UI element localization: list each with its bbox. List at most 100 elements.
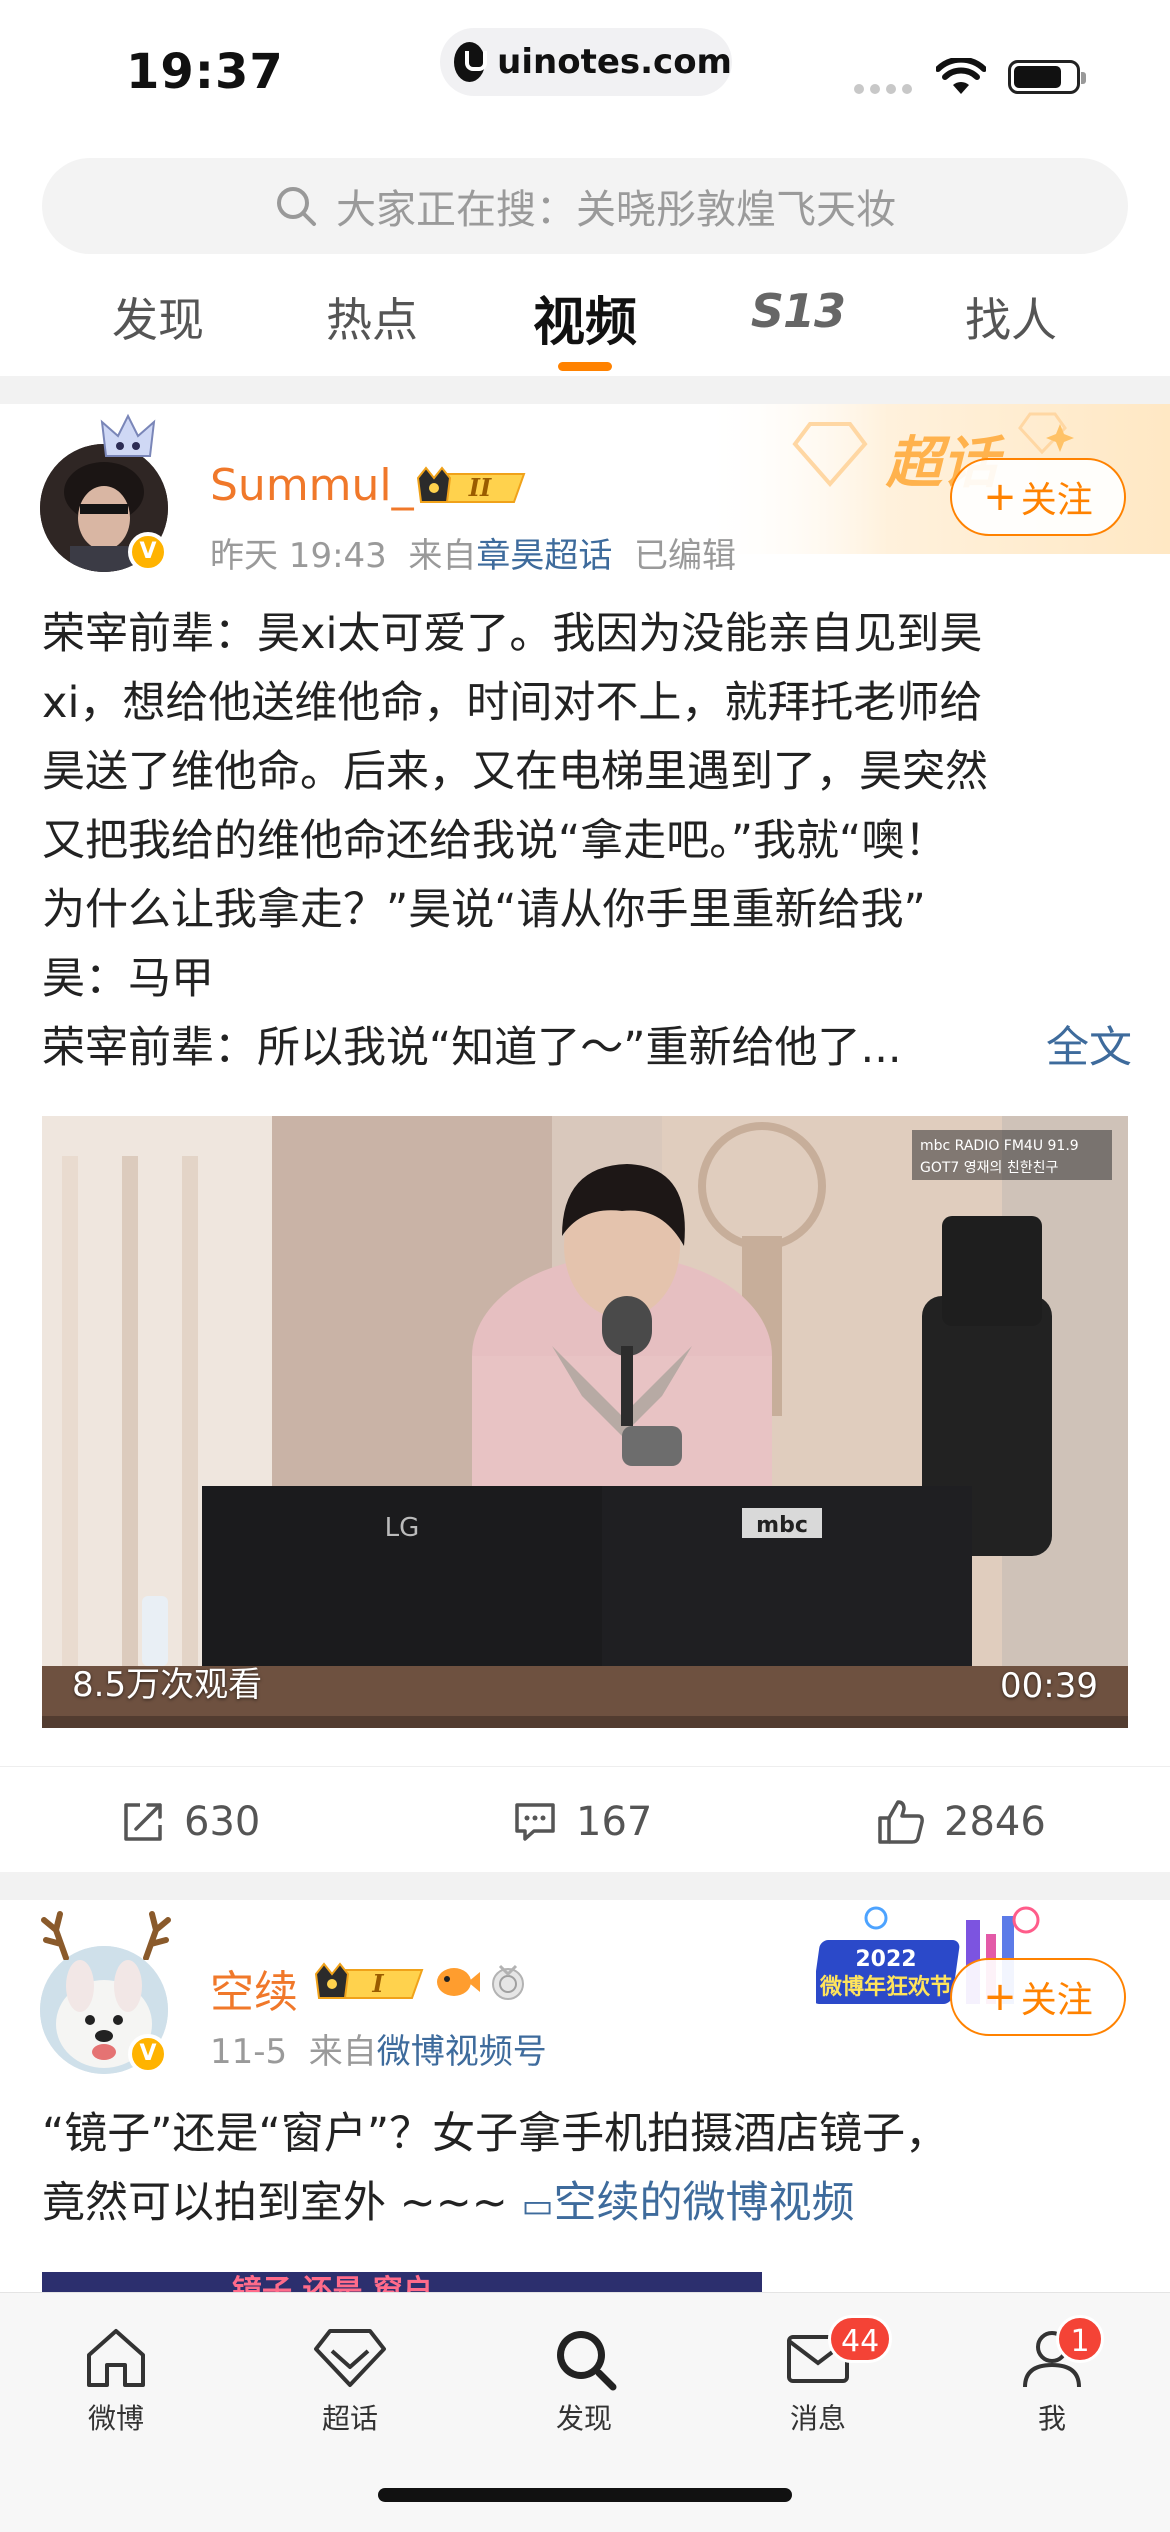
tab-video[interactable]: 视频 [485, 280, 685, 355]
video-overlay-station: mbc RADIO FM4U 91.9 [920, 1138, 1079, 1154]
post-line: 荣宰前辈：所以我说“知道了～”重新给他了... [42, 1023, 902, 1073]
site-logo-icon [454, 42, 488, 82]
video-player[interactable]: LG mbc mbc RADIO FM4U 91.9 GOT7 영재의 친한친구… [42, 1116, 1128, 1728]
post-source-link[interactable]: 微博视频号 [377, 2032, 547, 2072]
home-icon [87, 2329, 145, 2387]
post-body[interactable]: “镜子”还是“窗户”？女子拿手机拍摄酒店镜子， 竟然可以拍到室外 ~~~ ▭空续… [42, 2100, 1132, 2241]
brand-mbc-text: mbc [756, 1513, 808, 1538]
tabbar-label: 消息 [789, 2402, 846, 2435]
from-prefix: 来自 [308, 2032, 377, 2072]
tab-s13[interactable]: S13 [698, 284, 898, 338]
repost-button[interactable]: 630 [120, 1767, 260, 1864]
search-placeholder: 大家正在搜：关晓彤敦煌飞天妆 [336, 187, 896, 233]
post-line: 昊：马甲 [42, 954, 214, 1004]
post-line: 荣宰前辈：昊xi太可爱了。我因为没能亲自见到昊 [42, 609, 983, 659]
crown-level-badge-icon: I [314, 1962, 424, 1999]
video-thumbnail: LG mbc mbc RADIO FM4U 91.9 GOT7 영재의 친한친구 [42, 1116, 1128, 1728]
tabbar-label: 超话 [321, 2402, 378, 2435]
video-thumbnail-peek[interactable]: 镜子 还是 窗户 [42, 2272, 762, 2292]
post-line: 又把我给的维他命还给我说“拿走吧。”我就“噢！ [42, 816, 948, 866]
video-link[interactable]: ▭空续的微博视频 [521, 2178, 854, 2228]
url-text: uinotes.com [497, 42, 732, 82]
tabbar-supertopic[interactable]: 超话 [280, 2323, 420, 2437]
full-text-link[interactable]: 全文 [1046, 1014, 1132, 1083]
active-tab-indicator [558, 362, 612, 371]
avatar-cat-ornament-icon [100, 413, 156, 457]
like-button[interactable]: 2846 [876, 1767, 1046, 1864]
follow-button[interactable]: + 关注 [950, 458, 1126, 536]
comment-icon [515, 1803, 555, 1841]
edited-label: 已编辑 [634, 536, 737, 576]
comment-button[interactable]: 167 [512, 1767, 652, 1864]
thumbs-up-icon [878, 1800, 924, 1844]
tabbar-label: 微博 [87, 2402, 144, 2435]
diamond-icon [314, 2329, 386, 2387]
post-time: 11-5 [210, 2032, 288, 2072]
comment-count: 167 [576, 1799, 653, 1845]
video-view-count: 8.5万次观看 [72, 1665, 263, 1705]
tabbar-home[interactable]: 微博 [46, 2323, 186, 2437]
tabbar-label: 我 [1037, 2402, 1066, 2435]
repost-count: 630 [184, 1799, 261, 1845]
fish-badge-icon [437, 1968, 480, 1996]
post-actions: 630 167 2846 [0, 1766, 1170, 1864]
username[interactable]: 空续 [210, 1956, 298, 2020]
post-body[interactable]: 荣宰前辈：昊xi太可爱了。我因为没能亲自见到昊 xi，想给他送维他命，时间对不上… [42, 600, 1132, 1083]
tab-hot[interactable]: 热点 [272, 284, 472, 350]
discover-icon [557, 2331, 617, 2391]
tabbar-discover[interactable]: 发现 [514, 2323, 654, 2437]
post-meta: 昨天 19:43 来自章昊超话 已编辑 [210, 528, 736, 577]
post-line: xi，想给他送维他命，时间对不上，就拜托老师给 [42, 678, 983, 728]
username[interactable]: Summul_ [210, 460, 414, 511]
thumbnail-title: 镜子 还是 窗户 [232, 2274, 433, 2292]
medal-badge-icon [492, 1964, 524, 2000]
search-bar[interactable]: 大家正在搜：关晓彤敦煌飞天妆 [42, 158, 1128, 254]
post-line: 为什么让我拿走？”昊说“请从你手里重新给我” [42, 885, 926, 935]
level-text: I [371, 1969, 384, 1998]
festival-name: 微博年狂欢节 [819, 1974, 952, 2000]
follow-button[interactable]: + 关注 [950, 1958, 1126, 2036]
tabbar-messages[interactable]: 消息 44 [748, 2315, 893, 2437]
tab-discover[interactable]: 发现 [58, 284, 258, 350]
post-time: 昨天 19:43 [210, 536, 387, 576]
battery-icon [1008, 60, 1086, 94]
verified-badge-icon: V [128, 2034, 168, 2074]
wifi-icon [936, 58, 986, 94]
url-pill[interactable]: uinotes.com [440, 28, 732, 96]
section-divider [0, 376, 1170, 404]
post-meta: 11-5 来自微博视频号 [210, 2024, 547, 2073]
post-line: 昊送了维他命。后来，又在电梯里遇到了，昊突然 [42, 747, 988, 797]
home-indicator[interactable] [378, 2488, 792, 2502]
tabbar-label: 发现 [555, 2402, 612, 2435]
tabbar-me[interactable]: 我 1 [982, 2315, 1122, 2437]
tab-find-people[interactable]: 找人 [911, 284, 1111, 350]
feed-post[interactable]: 超话 V Summul_ II 昨天 19:43 来自章昊超话 已编辑 + 关注 … [0, 404, 1170, 1864]
plus-icon: + [983, 1974, 1017, 2020]
like-count: 2846 [944, 1799, 1046, 1845]
post-line: 竟然可以拍到室外 ~~~ [42, 2178, 508, 2228]
video-link-icon: ▭ [521, 2186, 554, 2226]
profile-badge: 1 [1056, 2315, 1104, 2363]
top-tabs: 发现 热点 视频 S13 找人 [0, 270, 1170, 371]
plus-icon: + [983, 474, 1017, 520]
festival-year: 2022 [855, 1947, 916, 1972]
video-overlay-show: GOT7 영재의 친한친구 [920, 1160, 1059, 1176]
repost-icon [124, 1803, 162, 1841]
search-icon [277, 187, 316, 226]
signal-icon [854, 84, 912, 94]
post-line: “镜子”还是“窗户”？女子拿手机拍摄酒店镜子， [42, 2109, 949, 2159]
verified-badge-icon: V [128, 532, 168, 572]
video-duration: 00:39 [1000, 1666, 1098, 1706]
section-divider [0, 1872, 1170, 1900]
status-bar: 19:37 uinotes.com [0, 0, 1170, 140]
post-source-link[interactable]: 章昊超话 [476, 536, 612, 576]
antlers-ornament-icon [41, 1911, 171, 1960]
crown-level-badge-icon: II [416, 466, 526, 503]
video-link-text: 空续的微博视频 [553, 2178, 855, 2228]
from-prefix: 来自 [408, 536, 477, 576]
feed-post[interactable]: 2022 微博年狂欢节 V 空续 I 11-5 来自微博视频号 + 关注 “镜子… [0, 1900, 1170, 2292]
follow-label: 关注 [1020, 1980, 1093, 2021]
brand-lg-text: LG [385, 1513, 420, 1543]
message-badge: 44 [828, 2315, 893, 2363]
level-text: II [468, 473, 492, 502]
